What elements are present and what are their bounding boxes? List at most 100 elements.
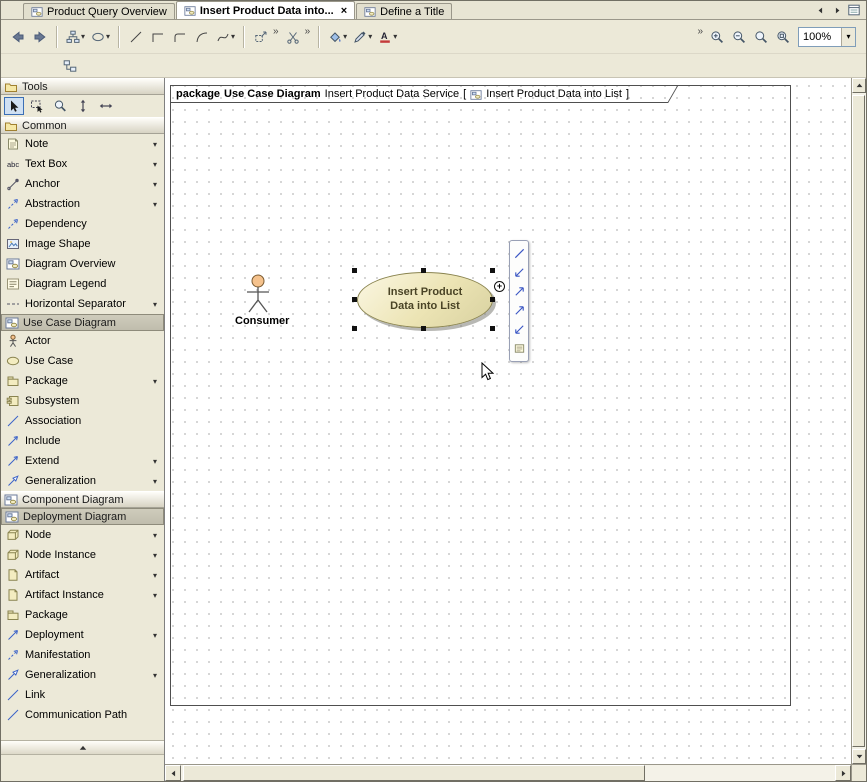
line-style-rounded-button[interactable] [169, 25, 191, 49]
palette-item-abstraction[interactable]: Abstraction▾ [1, 194, 164, 214]
dropdown-arrow-icon[interactable]: ▾ [153, 477, 159, 486]
palette-item-extend[interactable]: Extend▾ [1, 451, 164, 471]
palette-item-diagram-legend[interactable]: Diagram Legend [1, 274, 164, 294]
align-tool[interactable] [73, 97, 93, 115]
directed-association-icon[interactable] [511, 283, 527, 300]
palette-item-manifestation[interactable]: Manifestation [1, 645, 164, 665]
back-button[interactable] [7, 25, 29, 49]
dropdown-arrow-icon[interactable]: ▾ [153, 457, 159, 466]
palette-item-generalization[interactable]: Generalization▾ [1, 471, 164, 491]
palette-item-dependency[interactable]: Dependency [1, 214, 164, 234]
palette-item-communication-path[interactable]: Communication Path [1, 705, 164, 725]
group-overflow-button[interactable]: » [273, 27, 279, 37]
horizontal-scrollbar[interactable] [165, 764, 851, 781]
line-style-curved-button[interactable] [191, 25, 213, 49]
zoom-dropdown-icon[interactable]: ▾ [841, 28, 855, 46]
dropdown-arrow-icon[interactable]: ▾ [153, 631, 159, 640]
palette-header-deployment-diagram[interactable]: Deployment Diagram [1, 508, 164, 525]
scroll-left-button[interactable] [165, 765, 181, 781]
dropdown-arrow-icon[interactable]: ▾ [231, 32, 235, 41]
layout-tool-button[interactable]: ▾ [63, 25, 88, 49]
use-case-shape[interactable]: Insert Product Data into List [357, 272, 493, 328]
diagram-containment-button[interactable] [59, 54, 81, 78]
palette-item-node[interactable]: Node▾ [1, 525, 164, 545]
selection-handle[interactable] [490, 326, 495, 331]
palette-item-node-instance[interactable]: Node Instance▾ [1, 545, 164, 565]
window-list-button[interactable] [847, 3, 861, 17]
tab-product-query-overview[interactable]: Product Query Overview [23, 3, 175, 19]
line-style-spline-button[interactable]: ▾ [213, 25, 238, 49]
dropdown-arrow-icon[interactable]: ▾ [368, 32, 372, 41]
dropdown-arrow-icon[interactable]: ▾ [106, 32, 110, 41]
line-color-button[interactable]: ▾ [350, 25, 375, 49]
expand-indicator[interactable]: + [494, 281, 505, 292]
scroll-up-button[interactable] [852, 78, 866, 93]
scroll-tabs-right-button[interactable] [830, 3, 844, 17]
scroll-right-button[interactable] [835, 765, 851, 781]
scroll-down-button[interactable] [852, 749, 866, 764]
dropdown-arrow-icon[interactable]: ▾ [153, 551, 159, 560]
actor-consumer[interactable]: Consumer [235, 274, 281, 327]
palette-header-component-diagram[interactable]: Component Diagram [1, 491, 164, 508]
palette-item-image-shape[interactable]: Image Shape [1, 234, 164, 254]
selection-handle[interactable] [352, 268, 357, 273]
palette-item-deployment[interactable]: Deployment▾ [1, 625, 164, 645]
palette-item-use-case[interactable]: Use Case [1, 351, 164, 371]
selection-handle[interactable] [490, 297, 495, 302]
toolbar-overflow-button[interactable]: » [697, 27, 703, 37]
font-color-button[interactable]: A▾ [375, 25, 400, 49]
selection-handle[interactable] [421, 326, 426, 331]
dropdown-arrow-icon[interactable]: ▾ [153, 591, 159, 600]
draw-line-icon[interactable] [511, 245, 527, 262]
line-style-rectilinear-button[interactable] [147, 25, 169, 49]
zoom-in-button[interactable] [706, 25, 728, 49]
selection-handle[interactable] [352, 326, 357, 331]
dropdown-arrow-icon[interactable]: ▾ [81, 32, 85, 41]
palette-header-use-case-diagram[interactable]: Use Case Diagram [1, 314, 164, 331]
dropdown-arrow-icon[interactable]: ▾ [153, 140, 159, 149]
scroll-tabs-left-button[interactable] [813, 3, 827, 17]
dropdown-arrow-icon[interactable]: ▾ [153, 671, 159, 680]
palette-item-diagram-overview[interactable]: Diagram Overview [1, 254, 164, 274]
dropdown-arrow-icon[interactable]: ▾ [153, 531, 159, 540]
palette-item-note[interactable]: Note▾ [1, 134, 164, 154]
vertical-scrollbar-thumb[interactable] [852, 95, 865, 747]
palette-item-generalization[interactable]: Generalization▾ [1, 665, 164, 685]
dropdown-arrow-icon[interactable]: ▾ [153, 180, 159, 189]
dropdown-arrow-icon[interactable]: ▾ [153, 571, 159, 580]
selection-handle[interactable] [352, 297, 357, 302]
marquee-selection-tool[interactable] [27, 97, 47, 115]
dropdown-arrow-icon[interactable]: ▾ [153, 300, 159, 309]
fit-in-window-button[interactable] [772, 25, 794, 49]
zoom-level-combobox[interactable]: 100% ▾ [798, 27, 856, 47]
generalization-icon[interactable] [511, 321, 527, 338]
dropdown-arrow-icon[interactable]: ▾ [153, 200, 159, 209]
horizontal-scrollbar-thumb[interactable] [183, 765, 645, 781]
palette-item-association[interactable]: Association [1, 411, 164, 431]
palette-item-subsystem[interactable]: Subsystem [1, 391, 164, 411]
zoom-reset-button[interactable] [750, 25, 772, 49]
tab-define-a-title[interactable]: Define a Title [356, 3, 452, 19]
palette-item-anchor[interactable]: Anchor▾ [1, 174, 164, 194]
palette-item-text-box[interactable]: abcText Box▾ [1, 154, 164, 174]
dropdown-arrow-icon[interactable]: ▾ [393, 32, 397, 41]
dropdown-arrow-icon[interactable]: ▾ [343, 32, 347, 41]
shape-style-button[interactable]: ▾ [88, 25, 113, 49]
palette-item-horizontal-separator[interactable]: Horizontal Separator▾ [1, 294, 164, 314]
magnifier-tool[interactable] [50, 97, 70, 115]
selection-tool[interactable] [4, 97, 24, 115]
forward-button[interactable] [29, 25, 51, 49]
diagram-canvas[interactable]: package Use Case Diagram Insert Product … [165, 78, 851, 764]
dropdown-arrow-icon[interactable]: ▾ [153, 160, 159, 169]
vertical-scrollbar[interactable] [852, 78, 866, 764]
make-same-size-button[interactable] [250, 25, 272, 49]
palette-scroll-up-button[interactable] [1, 740, 164, 755]
line-style-straight-button[interactable] [125, 25, 147, 49]
cut-button[interactable] [282, 25, 304, 49]
diagram-frame[interactable]: package Use Case Diagram Insert Product … [170, 85, 791, 706]
selection-handle[interactable] [421, 268, 426, 273]
palette-item-actor[interactable]: Actor [1, 331, 164, 351]
palette-header-common[interactable]: Common [1, 117, 164, 134]
palette-header-tools[interactable]: Tools [1, 78, 164, 95]
association-icon[interactable] [511, 264, 527, 281]
